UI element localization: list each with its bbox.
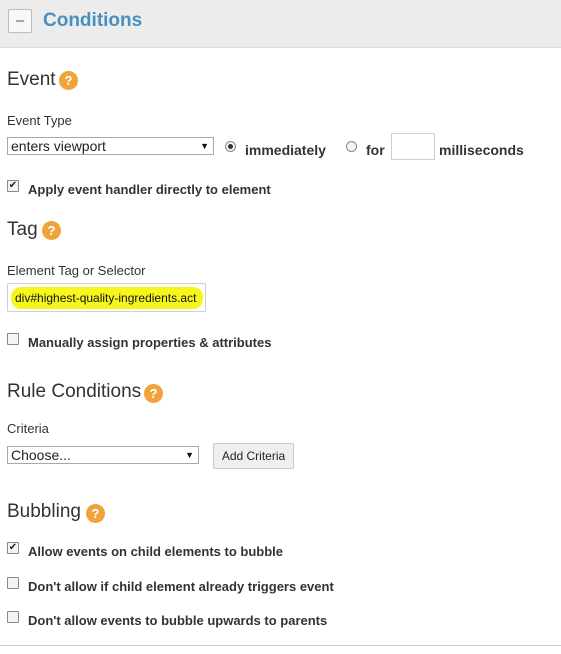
radio-immediately[interactable] bbox=[225, 141, 236, 152]
radio-for[interactable] bbox=[346, 141, 357, 152]
radio-immediately-label: immediately bbox=[245, 142, 326, 158]
child-trigger-label: Don't allow if child element already tri… bbox=[28, 579, 334, 594]
bubbling-help-icon[interactable]: ? bbox=[86, 504, 105, 523]
manual-assign-checkbox[interactable] bbox=[7, 333, 19, 345]
criteria-value: Choose... bbox=[11, 447, 71, 463]
radio-for-label: for bbox=[366, 142, 385, 158]
child-trigger-checkbox[interactable] bbox=[7, 577, 19, 589]
milliseconds-label: milliseconds bbox=[439, 142, 524, 158]
tag-section-title: Tag bbox=[7, 219, 38, 240]
tag-help-icon[interactable]: ? bbox=[42, 221, 61, 240]
rule-conditions-help-icon[interactable]: ? bbox=[144, 384, 163, 403]
event-type-value: enters viewport bbox=[11, 138, 106, 154]
event-type-label: Event Type bbox=[7, 113, 72, 128]
bubble-option-label: Allow events on child elements to bubble bbox=[28, 544, 283, 559]
criteria-label: Criteria bbox=[7, 421, 49, 436]
page-title: Conditions bbox=[43, 10, 143, 31]
add-criteria-button[interactable]: Add Criteria bbox=[213, 443, 294, 469]
chevron-down-icon: ▼ bbox=[185, 450, 194, 460]
milliseconds-input[interactable] bbox=[391, 133, 435, 160]
event-section-title: Event bbox=[7, 69, 56, 90]
event-help-icon[interactable]: ? bbox=[59, 71, 78, 90]
manual-assign-label: Manually assign properties & attributes bbox=[28, 335, 272, 350]
rule-conditions-title: Rule Conditions bbox=[7, 381, 142, 402]
selector-label: Element Tag or Selector bbox=[7, 263, 146, 278]
bubbling-title: Bubbling bbox=[7, 501, 81, 522]
selector-value: div#highest-quality-ingredients.act bbox=[11, 287, 204, 309]
collapse-button[interactable]: – bbox=[8, 9, 32, 33]
apply-handler-checkbox[interactable]: ✔ bbox=[7, 180, 19, 192]
bottom-divider bbox=[0, 645, 561, 646]
criteria-select[interactable]: Choose... ▼ bbox=[7, 446, 199, 464]
event-type-select[interactable]: enters viewport ▼ bbox=[7, 137, 214, 155]
no-bubble-parents-checkbox[interactable] bbox=[7, 611, 19, 623]
conditions-header: – Conditions bbox=[0, 0, 561, 48]
bubble-option-checkbox[interactable]: ✔ bbox=[7, 542, 19, 554]
selector-input[interactable]: div#highest-quality-ingredients.act bbox=[7, 283, 206, 312]
apply-handler-label: Apply event handler directly to element bbox=[28, 182, 271, 197]
chevron-down-icon: ▼ bbox=[200, 141, 209, 151]
no-bubble-parents-label: Don't allow events to bubble upwards to … bbox=[28, 613, 328, 628]
